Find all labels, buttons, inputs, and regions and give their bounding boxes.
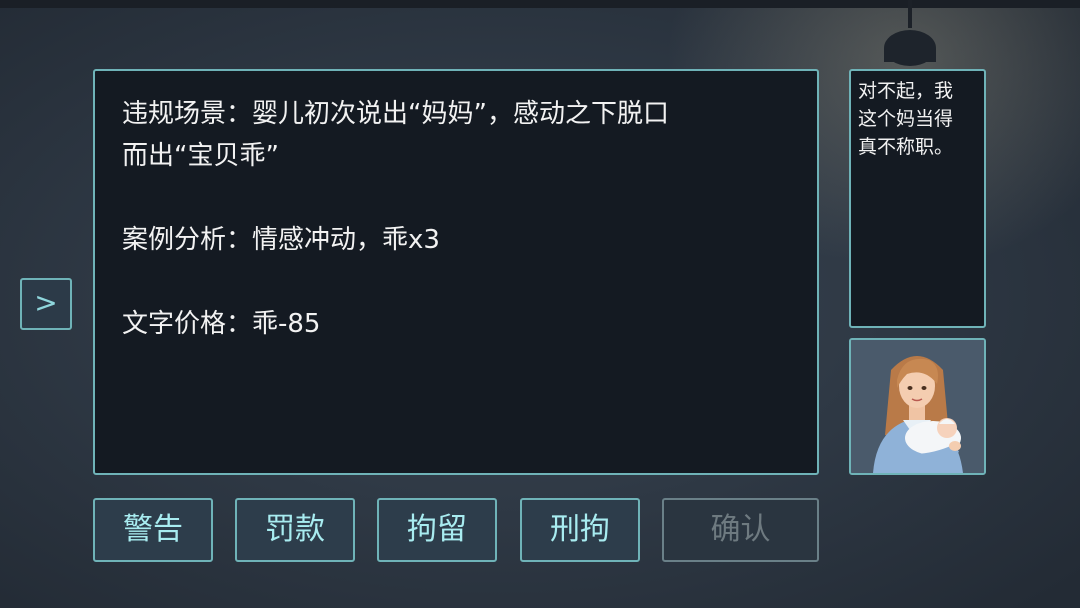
dialogue-line: 对不起，我 — [858, 80, 954, 102]
dialogue-panel: 对不起，我 这个妈当得 真不称职。 — [849, 69, 986, 328]
criminal-detain-button[interactable]: 刑拘 — [520, 498, 640, 562]
dialogue-text: 对不起，我 这个妈当得 真不称职。 — [858, 77, 980, 161]
violation-scene-text-cont: 而出“宝贝乖” — [122, 141, 279, 171]
case-info-panel: 违规场景：婴儿初次说出“妈妈”，感动之下脱口 而出“宝贝乖” 案例分析：情感冲动… — [93, 69, 819, 475]
violation-scene-text: 违规场景：婴儿初次说出“妈妈”，感动之下脱口 — [122, 99, 669, 129]
mother-with-baby-portrait-icon — [851, 340, 984, 473]
word-price-text: 文字价格：乖-85 — [122, 309, 321, 339]
detain-button[interactable]: 拘留 — [377, 498, 497, 562]
warn-button[interactable]: 警告 — [93, 498, 213, 562]
character-portrait-panel — [849, 338, 986, 475]
dialogue-line: 这个妈当得 — [858, 108, 954, 130]
confirm-button[interactable]: 确认 — [662, 498, 819, 562]
case-analysis-text: 案例分析：情感冲动，乖x3 — [122, 225, 440, 255]
fine-button[interactable]: 罚款 — [235, 498, 355, 562]
next-arrow-button[interactable]: > — [20, 278, 72, 330]
case-info-text: 违规场景：婴儿初次说出“妈妈”，感动之下脱口 而出“宝贝乖” 案例分析：情感冲动… — [122, 93, 802, 345]
dialogue-line: 真不称职。 — [858, 136, 954, 158]
ceiling-lamp-icon — [884, 0, 936, 66]
